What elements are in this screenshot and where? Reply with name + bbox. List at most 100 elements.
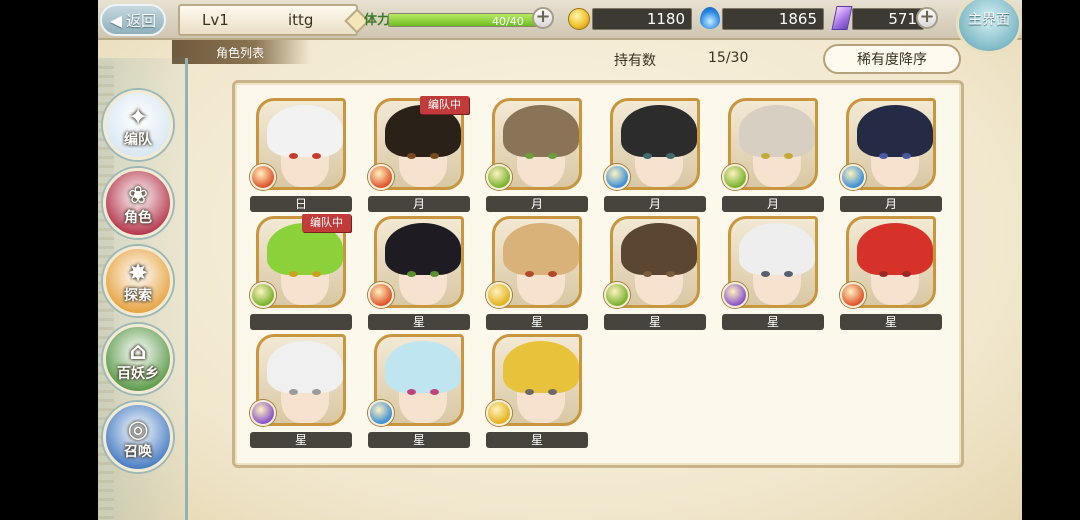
character-eyes [879,271,911,277]
sort-label: 稀有度降序 [857,52,927,68]
character-card[interactable]: 月 [722,98,824,214]
stamina-bar: 体力 40/40 [362,8,540,30]
owned-label: 持有数 [614,53,656,69]
character-hair [385,341,461,393]
player-level: Lv1 [202,11,229,29]
nav-formation[interactable]: ✦ 编队 [103,90,173,160]
player-info: Lv1 ittg [178,4,370,36]
rarity-label: 星 [250,432,352,448]
character-eyes [407,271,439,277]
nav-label: 百妖乡 [117,366,159,382]
rarity-label: 星 [840,314,942,330]
tab-label: 角色列表 [216,45,265,60]
crystal-value: 571 [888,10,917,28]
character-card[interactable]: 月 [840,98,942,214]
summon-icon: ◎ [127,415,149,443]
player-name: ittg [288,11,314,29]
nav-label: 召唤 [124,444,152,460]
character-card[interactable]: 编队中月 [368,96,470,214]
gold-coin-icon [568,8,590,30]
character-eyes [643,153,675,159]
owned-count: 15/30 [708,50,749,66]
in-team-badge: 编队中 [420,96,469,114]
nav-summon[interactable]: ◎ 召唤 [103,402,173,472]
character-card[interactable]: 日 [250,98,352,214]
character-eyes [761,153,793,159]
rarity-label: 月 [840,196,942,212]
fire-icon [368,282,394,308]
nav-label: 探索 [124,288,152,304]
character-card[interactable]: 编队中 [250,214,352,332]
explore-icon: ✸ [127,259,149,287]
character-hair [857,105,933,157]
rarity-label: 日 [250,196,352,212]
back-label: 返回 [126,11,157,30]
character-list-tab: 角色列表 [172,40,310,64]
character-hair [739,223,815,275]
add-crystal-button[interactable]: + [916,7,938,29]
character-hair [739,105,815,157]
character-card[interactable]: 月 [486,98,588,214]
nav-village[interactable]: ⌂ 百妖乡 [103,324,173,394]
character-card[interactable]: 星 [722,216,824,332]
fire-icon [250,164,276,190]
character-card[interactable]: 月 [604,98,706,214]
character-card[interactable]: 星 [604,216,706,332]
character-eyes [525,153,557,159]
nav-label: 角色 [124,210,152,226]
sort-rarity-button[interactable]: 稀有度降序 [823,44,961,74]
character-hair [503,105,579,157]
rarity-label: 月 [368,196,470,212]
rarity-label: 月 [486,196,588,212]
rarity-label: 星 [486,314,588,330]
crystal-counter: 571 [852,8,924,30]
character-card[interactable]: 星 [368,334,470,450]
water-icon [840,164,866,190]
character-card[interactable]: 星 [840,216,942,332]
character-eyes [761,271,793,277]
nav-character[interactable]: ❀ 角色 [103,168,173,238]
back-arrow-icon: ◀ [109,10,123,30]
character-card[interactable]: 星 [486,216,588,332]
character-eyes [407,389,439,395]
formation-icon: ✦ [127,103,149,131]
character-hair [267,105,343,157]
character-eyes [407,153,439,159]
character-hair [385,223,461,275]
nav-label: 编队 [124,132,152,148]
character-hair [503,223,579,275]
character-card[interactable]: 星 [486,334,588,450]
spirit-flame-icon [700,7,720,29]
in-team-badge: 编队中 [302,214,351,232]
character-card[interactable]: 星 [368,216,470,332]
rarity-label: 月 [722,196,824,212]
character-eyes [525,389,557,395]
character-card[interactable]: 星 [250,334,352,450]
dark-icon [722,282,748,308]
village-icon: ⌂ [129,337,147,365]
wind-icon [604,282,630,308]
rarity-label: 星 [486,432,588,448]
wind-icon [250,282,276,308]
fire-icon [840,282,866,308]
character-hair [267,341,343,393]
fire-icon [368,164,394,190]
character-eyes [289,389,321,395]
character-icon: ❀ [127,181,149,209]
back-button[interactable]: ◀ 返回 [100,4,166,36]
water-icon [368,400,394,426]
character-eyes [879,153,911,159]
gold-counter: 1180 [592,8,692,30]
rarity-label: 星 [604,314,706,330]
character-eyes [289,153,321,159]
spirit-counter: 1865 [722,8,824,30]
character-eyes [643,271,675,277]
character-hair [621,105,697,157]
rarity-label: 星 [368,314,470,330]
dark-icon [250,400,276,426]
add-stamina-button[interactable]: + [532,7,554,29]
stamina-value: 40/40 [492,15,524,28]
nav-explore[interactable]: ✸ 探索 [103,246,173,316]
water-icon [604,164,630,190]
character-eyes [289,271,321,277]
